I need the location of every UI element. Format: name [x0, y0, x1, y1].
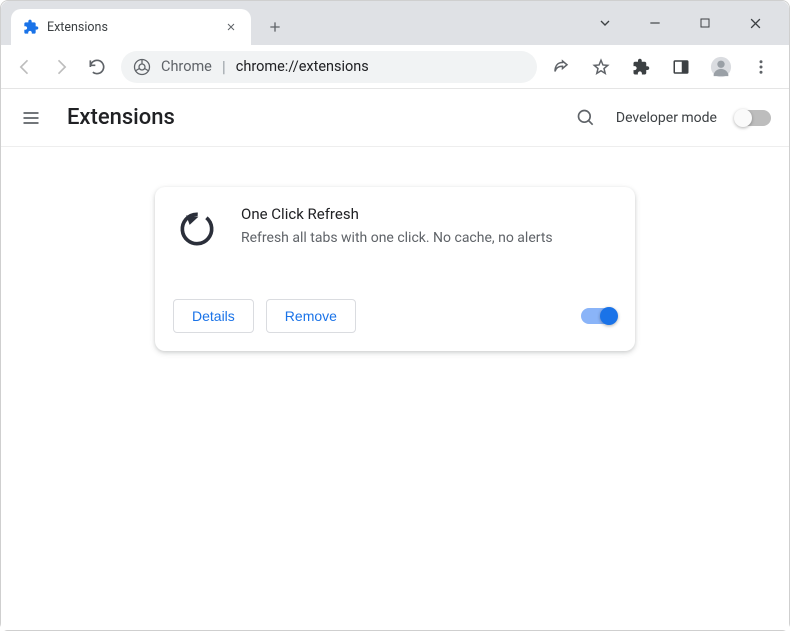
chevron-down-icon[interactable] [591, 9, 619, 37]
reload-button[interactable] [85, 55, 109, 79]
share-icon[interactable] [549, 55, 573, 79]
tab-strip: Extensions [1, 1, 789, 45]
bookmark-star-icon[interactable] [589, 55, 613, 79]
toggle-knob [734, 109, 752, 127]
tab-title: Extensions [47, 20, 215, 35]
hamburger-menu-icon[interactable] [19, 106, 43, 130]
content-area: One Click Refresh Refresh all tabs with … [1, 147, 789, 630]
extension-enable-toggle[interactable] [581, 308, 617, 324]
back-button[interactable] [13, 55, 37, 79]
toolbar-actions [549, 55, 777, 79]
search-icon[interactable] [574, 106, 598, 130]
url-scheme: Chrome [161, 58, 212, 75]
profile-avatar-icon[interactable] [709, 55, 733, 79]
browser-window: Extensions [0, 0, 790, 631]
extension-name: One Click Refresh [241, 205, 617, 223]
url-separator: | [222, 57, 226, 76]
chrome-secure-icon [133, 58, 151, 76]
extension-toggle-container [581, 308, 617, 324]
window-controls [591, 9, 789, 45]
sidepanel-icon[interactable] [669, 55, 693, 79]
kebab-menu-icon[interactable] [749, 55, 773, 79]
forward-button[interactable] [49, 55, 73, 79]
page-title: Extensions [67, 105, 175, 130]
extension-card: One Click Refresh Refresh all tabs with … [155, 187, 635, 351]
developer-mode-label: Developer mode [616, 110, 717, 126]
toggle-knob [600, 307, 618, 325]
refresh-extension-icon [173, 205, 221, 253]
extension-info: One Click Refresh Refresh all tabs with … [241, 205, 617, 253]
details-button[interactable]: Details [173, 299, 254, 333]
extension-card-actions: Details Remove [173, 299, 617, 333]
close-window-button[interactable] [741, 9, 769, 37]
remove-button[interactable]: Remove [266, 299, 356, 333]
address-bar[interactable]: Chrome | chrome://extensions [121, 51, 537, 83]
extension-description: Refresh all tabs with one click. No cach… [241, 229, 617, 249]
minimize-button[interactable] [641, 9, 669, 37]
toolbar: Chrome | chrome://extensions [1, 45, 789, 89]
extension-card-top: One Click Refresh Refresh all tabs with … [173, 205, 617, 253]
browser-tab[interactable]: Extensions [11, 9, 251, 45]
developer-mode-toggle[interactable] [735, 110, 771, 126]
url-path: chrome://extensions [236, 58, 369, 75]
page-header: Extensions Developer mode [1, 89, 789, 147]
maximize-button[interactable] [691, 9, 719, 37]
page-header-actions: Developer mode [574, 106, 771, 130]
tab-close-icon[interactable] [223, 19, 239, 35]
extension-puzzle-icon [23, 19, 39, 35]
new-tab-button[interactable] [261, 13, 289, 41]
extensions-puzzle-icon[interactable] [629, 55, 653, 79]
